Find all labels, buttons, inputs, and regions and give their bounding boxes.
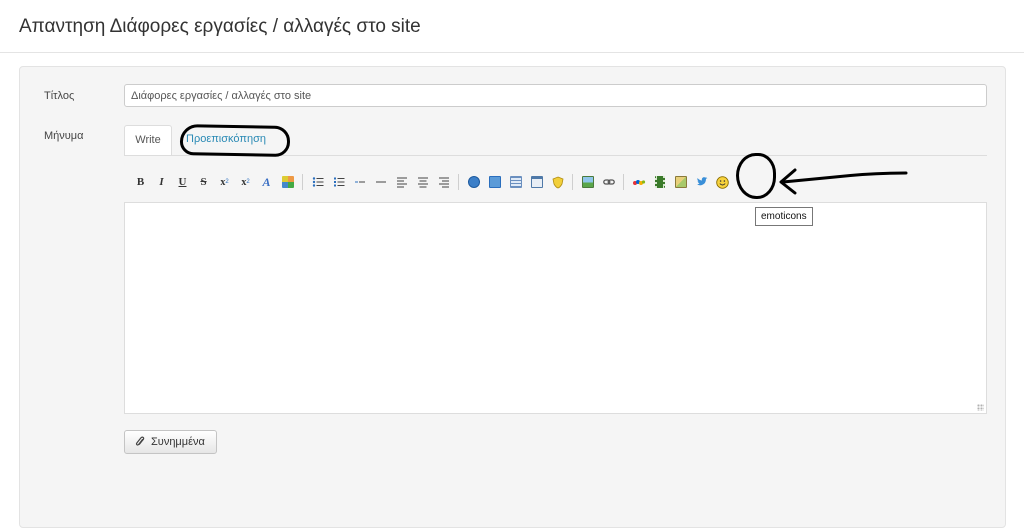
italic-button[interactable]: I (151, 173, 172, 191)
attachments-label: Συνημμένα (151, 436, 205, 448)
emoticons-tooltip: emoticons (755, 207, 813, 226)
film-strip-icon (654, 176, 665, 188)
shield-icon (552, 176, 563, 188)
insert-spoiler-button[interactable] (547, 173, 568, 191)
align-left-icon (396, 177, 407, 188)
message-label: Μήνυμα (44, 130, 84, 142)
align-right-button[interactable] (433, 173, 454, 191)
link-globe-icon (467, 176, 480, 188)
title-input[interactable] (124, 84, 987, 107)
ebay-icon (632, 180, 645, 185)
toolbar-separator (572, 174, 573, 190)
toolbar-separator (458, 174, 459, 190)
underline-button[interactable]: U (172, 173, 193, 191)
paperclip-icon (135, 436, 145, 446)
subscript-button[interactable]: x2 (214, 173, 235, 191)
toolbar-separator (623, 174, 624, 190)
tabs-divider (124, 155, 987, 156)
outdent-icon (354, 181, 365, 183)
horizontal-rule-icon (375, 181, 386, 183)
smiley-icon (716, 175, 729, 189)
resize-grip[interactable] (977, 404, 984, 411)
editor-toolbar: B I U S x2 x2 A (130, 172, 733, 192)
insert-media-button[interactable] (526, 173, 547, 191)
insert-table-button[interactable] (505, 173, 526, 191)
outdent-button[interactable] (349, 173, 370, 191)
numbered-list-button[interactable] (328, 173, 349, 191)
unlink-icon (488, 176, 501, 188)
bulleted-list-button[interactable] (307, 173, 328, 191)
tab-preview[interactable]: Προεπισκόπηση (186, 133, 266, 145)
numbered-list-icon (333, 177, 344, 187)
superscript-button[interactable]: x2 (235, 173, 256, 191)
twitter-bird-icon (696, 177, 707, 186)
font-color-icon: A (262, 174, 271, 189)
media-window-icon (530, 176, 543, 188)
bulleted-list-icon (312, 177, 323, 187)
insert-link-button[interactable] (463, 173, 484, 191)
twitter-button[interactable] (691, 173, 712, 191)
header-divider (0, 52, 1024, 53)
table-icon (509, 176, 522, 188)
background-color-button[interactable] (277, 173, 298, 191)
align-right-icon (438, 177, 449, 188)
tab-write[interactable]: Write (124, 125, 172, 156)
font-color-button[interactable]: A (256, 173, 277, 191)
align-left-button[interactable] (391, 173, 412, 191)
insert-image-button[interactable] (577, 173, 598, 191)
insert-map-button[interactable] (670, 173, 691, 191)
bold-button[interactable]: B (130, 173, 151, 191)
title-label: Τίτλος (44, 90, 75, 102)
chain-link-icon (602, 179, 615, 185)
insert-url-button[interactable] (598, 173, 619, 191)
attachments-button[interactable]: Συνημμένα (124, 430, 217, 454)
ebay-button[interactable] (628, 173, 649, 191)
unlink-button[interactable] (484, 173, 505, 191)
insert-video-button[interactable] (649, 173, 670, 191)
image-icon (581, 176, 594, 188)
map-icon (674, 176, 687, 188)
color-grid-icon (281, 176, 294, 188)
align-center-icon (417, 177, 428, 188)
emoticons-button[interactable] (712, 173, 733, 191)
align-center-button[interactable] (412, 173, 433, 191)
message-editor[interactable] (124, 202, 987, 414)
strikethrough-button[interactable]: S (193, 173, 214, 191)
toolbar-separator (302, 174, 303, 190)
horizontal-rule-button[interactable] (370, 173, 391, 191)
page-title: Απαντηση Διάφορες εργασίες / αλλαγές στο… (19, 16, 421, 37)
